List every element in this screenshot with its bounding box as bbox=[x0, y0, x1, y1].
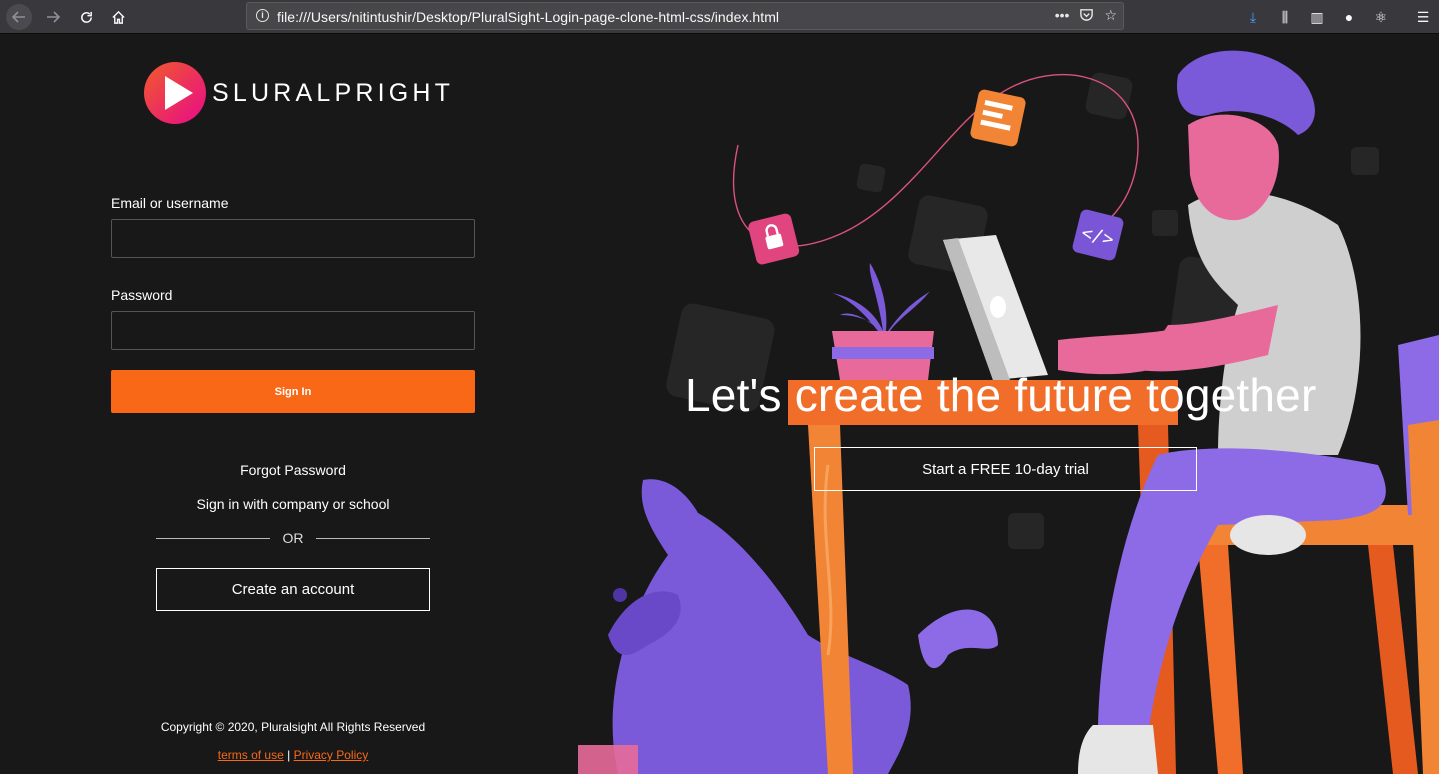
forgot-password-link[interactable]: Forgot Password bbox=[111, 462, 475, 478]
email-field[interactable] bbox=[111, 219, 475, 258]
copyright-text: Copyright © 2020, Pluralsight All Rights… bbox=[160, 720, 426, 734]
home-button[interactable] bbox=[105, 4, 131, 30]
email-label: Email or username bbox=[111, 195, 229, 211]
library-icon[interactable]: ⫼ bbox=[1269, 6, 1301, 28]
more-icon[interactable]: ••• bbox=[1055, 7, 1070, 24]
brand-logo: SLURALPRIGHT bbox=[144, 62, 454, 124]
create-account-button[interactable]: Create an account bbox=[156, 568, 430, 611]
hero-title: Let's create the future together bbox=[685, 369, 1317, 421]
reload-icon bbox=[80, 11, 92, 23]
footer-links: terms of use | Privacy Policy bbox=[111, 748, 475, 762]
sign-in-button[interactable]: Sign In bbox=[111, 370, 475, 413]
company-signin-link[interactable]: Sign in with company or school bbox=[111, 496, 475, 512]
reload-button[interactable] bbox=[73, 4, 99, 30]
pocket-icon[interactable] bbox=[1079, 7, 1094, 22]
login-page: SLURALPRIGHT Email or username Password … bbox=[0, 35, 1439, 774]
play-logo-icon bbox=[144, 62, 206, 124]
free-trial-button[interactable]: Start a FREE 10-day trial bbox=[814, 447, 1197, 491]
info-icon[interactable]: i bbox=[256, 9, 269, 22]
forward-button[interactable] bbox=[40, 4, 66, 30]
password-field[interactable] bbox=[111, 311, 475, 350]
home-icon bbox=[111, 10, 125, 24]
url-bar[interactable]: i file:///Users/nitintushir/Desktop/Plur… bbox=[246, 2, 1124, 30]
privacy-link[interactable]: Privacy Policy bbox=[294, 748, 369, 762]
bookmark-star-icon[interactable]: ☆ bbox=[1104, 7, 1117, 24]
react-devtools-icon[interactable]: ⚛ bbox=[1365, 6, 1397, 28]
arrow-right-icon bbox=[47, 11, 60, 23]
hero-panel: </> Let's create the future together Sta… bbox=[578, 35, 1439, 774]
account-icon[interactable]: ● bbox=[1333, 6, 1365, 28]
footer-separator: | bbox=[287, 748, 291, 762]
menu-icon[interactable]: ☰ bbox=[1407, 6, 1439, 28]
back-button[interactable] bbox=[6, 4, 32, 30]
url-text[interactable]: file:///Users/nitintushir/Desktop/Plural… bbox=[277, 9, 779, 25]
or-divider: OR bbox=[156, 528, 430, 548]
brand-name: SLURALPRIGHT bbox=[212, 78, 455, 107]
browser-toolbar: i file:///Users/nitintushir/Desktop/Plur… bbox=[0, 0, 1439, 34]
divider-line bbox=[316, 538, 430, 539]
password-label: Password bbox=[111, 287, 173, 303]
sidebar-icon[interactable]: ▥ bbox=[1301, 6, 1333, 28]
download-icon[interactable]: ⤓ bbox=[1237, 6, 1269, 28]
terms-link[interactable]: terms of use bbox=[218, 748, 284, 762]
arrow-left-icon bbox=[12, 11, 25, 23]
login-panel: SLURALPRIGHT Email or username Password … bbox=[0, 35, 585, 774]
